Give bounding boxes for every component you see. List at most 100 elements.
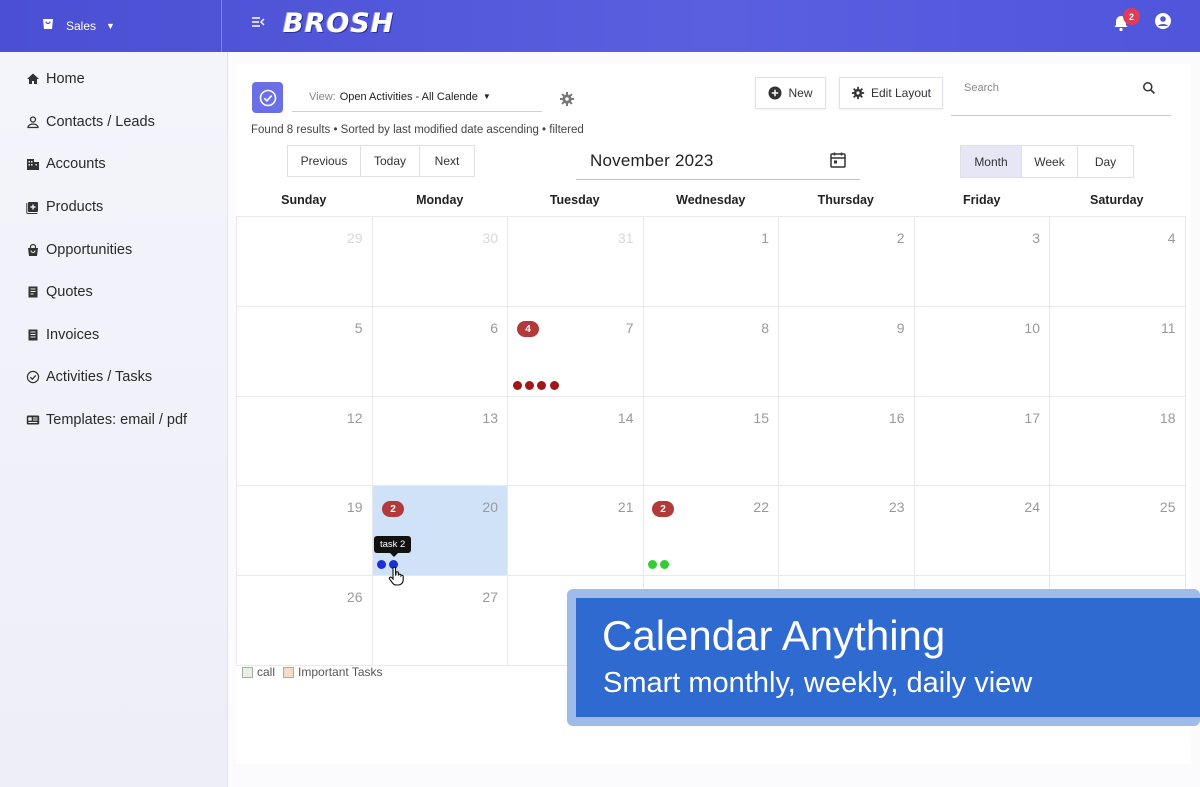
day-number: 8 — [761, 319, 769, 336]
day-number: 7 — [625, 319, 634, 336]
menu-collapse-icon[interactable] — [250, 14, 266, 30]
calendar-day-cell[interactable]: 8 — [643, 306, 779, 397]
sidebar-item-label: Templates: email / pdf — [46, 412, 188, 429]
day-mode-button[interactable]: Day — [1077, 145, 1134, 178]
day-number: 22 — [753, 499, 769, 516]
event-dot[interactable] — [537, 381, 546, 390]
sidebar-item-contacts-leads[interactable]: Contacts / Leads — [0, 101, 227, 144]
event-dot[interactable] — [513, 381, 522, 390]
banner-title: Calendar Anything — [602, 612, 946, 659]
week-mode-button[interactable]: Week — [1021, 145, 1078, 178]
new-button[interactable]: New — [755, 77, 826, 109]
calendar-day-cell[interactable]: 2 — [779, 217, 915, 307]
today-button[interactable]: Today — [360, 145, 420, 177]
brand-logo[interactable]: BROSH — [283, 8, 394, 39]
calendar-day-cell[interactable]: 21 — [508, 486, 644, 577]
event-count-badge[interactable]: 2 — [382, 501, 404, 517]
legend-label: call — [257, 665, 276, 679]
month-mode-button[interactable]: Month — [960, 145, 1022, 178]
calendar-day-cell[interactable]: 29 — [237, 217, 373, 307]
search-input[interactable] — [964, 82, 1134, 94]
calendar-day-cell[interactable]: 9 — [779, 306, 915, 397]
check-circle-icon — [26, 371, 40, 384]
day-number: 29 — [346, 230, 363, 246]
calendar-day-cell[interactable]: 25 — [1050, 486, 1186, 577]
event-dot[interactable] — [648, 560, 657, 569]
org-switcher[interactable]: Sales ▼ — [0, 0, 222, 52]
plus-circle-icon — [768, 86, 782, 100]
sidebar-item-templates[interactable]: Templates: email / pdf — [0, 399, 227, 442]
calendar-legend: call Important Tasks — [242, 664, 391, 680]
event-count-badge[interactable]: 4 — [517, 321, 539, 337]
event-dot[interactable] — [525, 381, 534, 390]
calendar-day-cell[interactable]: 14 — [508, 396, 644, 487]
event-dot[interactable] — [660, 560, 669, 569]
calendar-day-cell[interactable]: 10 — [914, 306, 1050, 397]
sidebar-item-opportunities[interactable]: Opportunities — [0, 228, 227, 271]
calendar-day-cell[interactable]: 31 — [508, 217, 644, 307]
calendar-day-cell[interactable]: 4 — [1050, 217, 1186, 307]
calendar-day-cell[interactable]: 16 — [779, 396, 915, 487]
calendar-day-cell[interactable]: 1 — [643, 217, 779, 307]
gear-icon[interactable] — [559, 91, 575, 107]
calendar-day-cell[interactable]: 12 — [237, 396, 373, 487]
calendar-day-cell[interactable]: 24 — [914, 486, 1050, 577]
dow-monday: Monday — [416, 193, 464, 207]
event-dot[interactable] — [550, 381, 559, 390]
shopping-bag-icon — [43, 15, 53, 29]
calendar-day-cell[interactable]: 5 — [237, 306, 373, 397]
promo-banner-body: Calendar Anything Smart monthly, weekly,… — [576, 598, 1200, 717]
sidebar-item-label: Quotes — [46, 284, 93, 301]
event-count-badge[interactable]: 2 — [652, 501, 674, 517]
sidebar-item-quotes[interactable]: Quotes — [0, 271, 227, 314]
calendar-day-cell[interactable]: 30 — [372, 217, 508, 307]
day-number: 6 — [490, 319, 498, 336]
month-picker[interactable]: November 2023 — [576, 143, 860, 180]
sidebar-item-products[interactable]: Products — [0, 186, 227, 229]
view-check-icon[interactable] — [252, 82, 283, 113]
day-number: 15 — [753, 409, 769, 426]
calendar-day-cell[interactable]: 23 — [779, 486, 915, 577]
next-button[interactable]: Next — [419, 145, 475, 177]
day-number: 19 — [346, 499, 363, 516]
view-selector[interactable]: View: Open Activities - All Calende ▼ — [292, 82, 542, 112]
legend-swatch — [242, 666, 253, 678]
chevron-down-icon: ▼ — [106, 21, 115, 31]
view-mode-group: Month Week Day — [960, 145, 1134, 178]
calendar-day-cell[interactable]: 19 — [237, 486, 373, 577]
promo-banner: Calendar Anything Smart monthly, weekly,… — [567, 589, 1200, 726]
notification-count-badge: 2 — [1123, 8, 1140, 25]
calendar-nav-group: Previous Today Next — [287, 145, 475, 177]
calendar-day-cell[interactable]: 3 — [914, 217, 1050, 307]
account-circle-icon[interactable] — [1154, 12, 1172, 30]
sidebar-item-activities-tasks[interactable]: Activities / Tasks — [0, 356, 227, 399]
calendar-day-cell[interactable]: 11 — [1050, 306, 1186, 397]
month-title: November 2023 — [590, 151, 714, 170]
calendar-day-cell[interactable]: 6 — [372, 306, 508, 397]
previous-button[interactable]: Previous — [287, 145, 361, 177]
search-icon[interactable] — [1142, 81, 1156, 95]
sidebar-item-accounts[interactable]: Accounts — [0, 143, 227, 186]
legend-item-important-tasks: Important Tasks — [283, 665, 383, 679]
calendar-day-cell[interactable]: 18 — [1050, 396, 1186, 487]
calendar-day-cell[interactable]: 15 — [643, 396, 779, 487]
template-card-icon — [26, 415, 40, 425]
calendar-day-cell[interactable]: 27 — [372, 576, 508, 666]
home-icon — [27, 73, 39, 85]
calendar-icon[interactable] — [829, 151, 847, 169]
sidebar-item-invoices[interactable]: Invoices — [0, 314, 227, 357]
dow-friday: Friday — [962, 193, 1001, 207]
calendar-day-cell[interactable]: 17 — [914, 396, 1050, 487]
invoice-icon — [28, 329, 38, 341]
sidebar-item-label: Home — [46, 71, 85, 88]
sidebar-item-label: Activities / Tasks — [46, 369, 153, 386]
calendar-day-cell[interactable]: 13 — [372, 396, 508, 487]
calendar-day-cell[interactable]: 26 — [237, 576, 373, 666]
day-number: 10 — [1024, 319, 1040, 336]
day-number: 30 — [482, 230, 498, 246]
dow-tuesday: Tuesday — [549, 193, 600, 207]
sidebar-item-home[interactable]: Home — [0, 58, 227, 101]
edit-layout-button[interactable]: Edit Layout — [839, 77, 943, 109]
event-dot[interactable] — [377, 560, 386, 569]
dow-saturday: Saturday — [1090, 193, 1144, 207]
